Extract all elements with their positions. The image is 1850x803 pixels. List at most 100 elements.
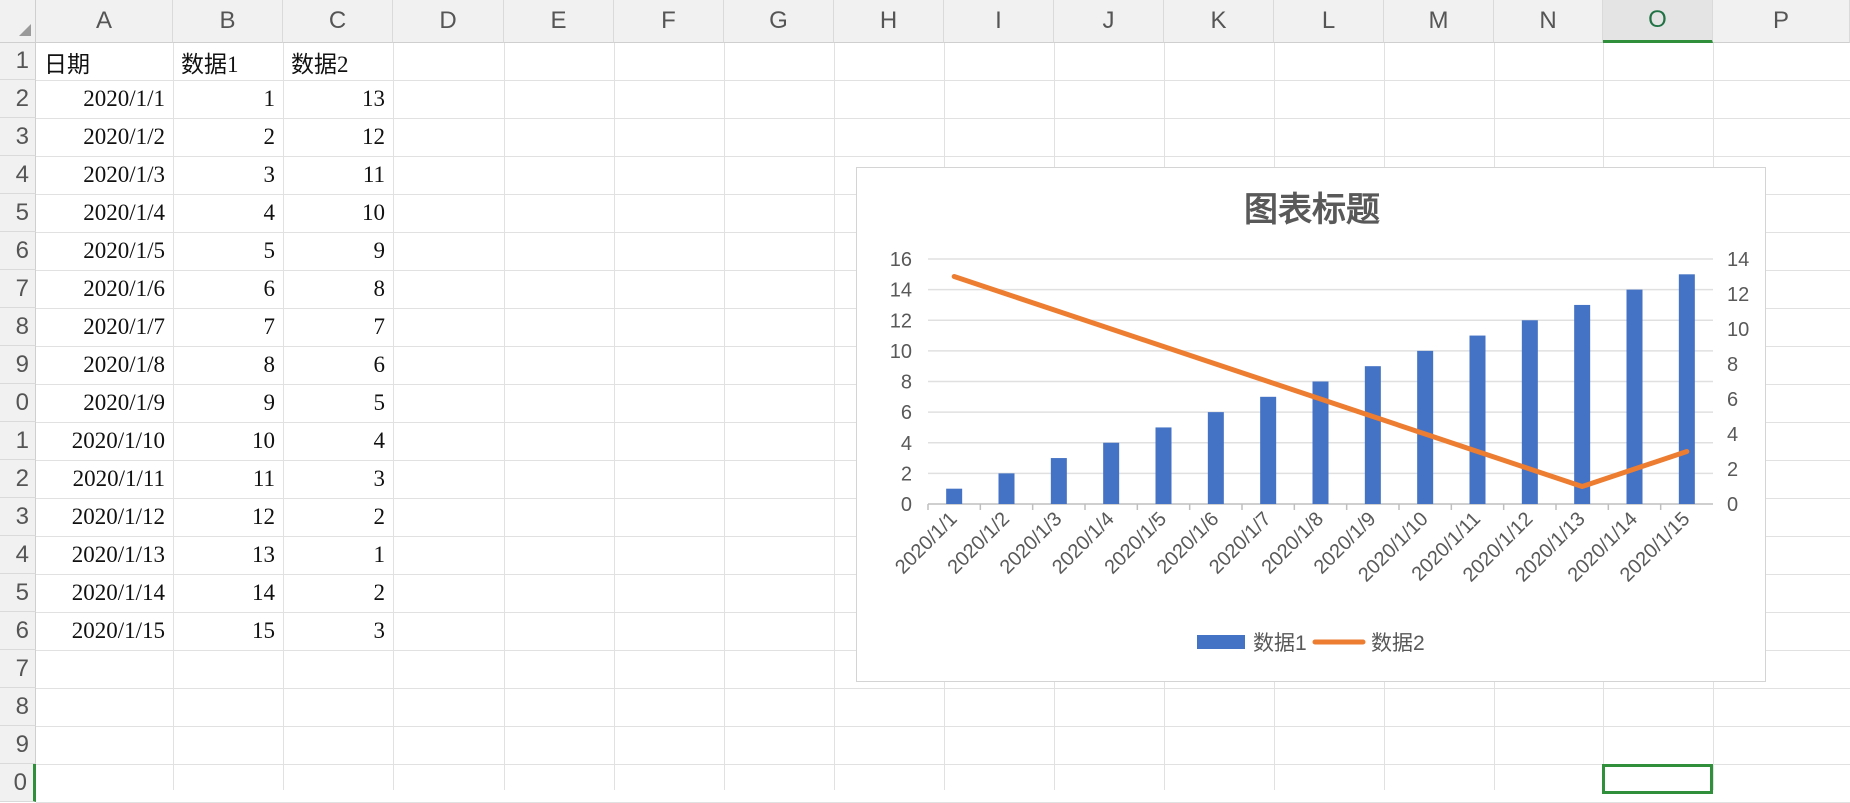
table-cell[interactable]: 2020/1/1 [36, 80, 173, 117]
table-cell[interactable]: 1 [173, 80, 283, 117]
table-cell[interactable]: 2020/1/10 [36, 422, 173, 459]
row-header-17[interactable]: 7 [0, 650, 36, 688]
bar [1470, 336, 1486, 504]
header-cell[interactable]: 日期 [36, 43, 173, 80]
column-header-p[interactable]: P [1713, 0, 1850, 43]
column-header-k[interactable]: K [1164, 0, 1274, 43]
row-header-11[interactable]: 1 [0, 422, 36, 460]
table-cell[interactable]: 5 [173, 232, 283, 269]
table-cell[interactable]: 10 [173, 422, 283, 459]
table-cell[interactable]: 2020/1/9 [36, 384, 173, 421]
row-header-14[interactable]: 4 [0, 536, 36, 574]
row-header-7[interactable]: 7 [0, 270, 36, 308]
table-cell[interactable]: 2 [173, 118, 283, 155]
spreadsheet-grid[interactable]: ABCDEFGHIJKLMNOP 12345678901234567890 日期… [0, 0, 1850, 790]
row-header-6[interactable]: 6 [0, 232, 36, 270]
column-header-c[interactable]: C [283, 0, 393, 43]
table-cell[interactable]: 7 [283, 308, 393, 345]
column-header-i[interactable]: I [944, 0, 1054, 43]
table-cell[interactable]: 13 [283, 80, 393, 117]
table-cell[interactable]: 3 [173, 156, 283, 193]
bar [1417, 351, 1433, 504]
row-header-12[interactable]: 2 [0, 460, 36, 498]
table-cell[interactable]: 12 [173, 498, 283, 535]
grid-row-line [36, 726, 1850, 727]
table-cell[interactable]: 8 [173, 346, 283, 383]
table-cell[interactable]: 9 [283, 232, 393, 269]
y-tick-label: 6 [901, 402, 912, 424]
table-cell[interactable]: 13 [173, 536, 283, 573]
table-cell[interactable]: 6 [283, 346, 393, 383]
table-cell[interactable]: 2 [283, 574, 393, 611]
column-header-d[interactable]: D [393, 0, 504, 43]
table-cell[interactable]: 11 [283, 156, 393, 193]
y2-tick-label: 2 [1727, 459, 1738, 481]
table-cell[interactable]: 2020/1/13 [36, 536, 173, 573]
table-cell[interactable]: 2020/1/3 [36, 156, 173, 193]
row-header-8[interactable]: 8 [0, 308, 36, 346]
column-header-l[interactable]: L [1274, 0, 1384, 43]
select-all-corner[interactable] [0, 0, 36, 43]
column-header-m[interactable]: M [1384, 0, 1494, 43]
row-header-18[interactable]: 8 [0, 688, 36, 726]
table-cell[interactable]: 2020/1/2 [36, 118, 173, 155]
row-header-3[interactable]: 3 [0, 118, 36, 156]
table-cell[interactable]: 6 [173, 270, 283, 307]
table-cell[interactable]: 2020/1/15 [36, 612, 173, 649]
table-cell[interactable]: 2020/1/8 [36, 346, 173, 383]
chart[interactable]: 图表标题 0246810121416024681012142020/1/1202… [856, 167, 1766, 682]
table-cell[interactable]: 9 [173, 384, 283, 421]
bar [1208, 412, 1224, 504]
table-cell[interactable]: 2020/1/12 [36, 498, 173, 535]
bar [1679, 274, 1695, 504]
table-cell[interactable]: 2020/1/7 [36, 308, 173, 345]
table-cell[interactable]: 10 [283, 194, 393, 231]
table-cell[interactable]: 2020/1/5 [36, 232, 173, 269]
row-header-10[interactable]: 0 [0, 384, 36, 422]
header-cell[interactable]: 数据2 [283, 43, 393, 80]
table-cell[interactable]: 11 [173, 460, 283, 497]
table-cell[interactable]: 12 [283, 118, 393, 155]
row-header-2[interactable]: 2 [0, 80, 36, 118]
column-header-o[interactable]: O [1603, 0, 1713, 43]
table-cell[interactable]: 15 [173, 612, 283, 649]
row-header-4[interactable]: 4 [0, 156, 36, 194]
row-header-19[interactable]: 9 [0, 726, 36, 764]
y-tick-label: 12 [890, 310, 912, 332]
table-cell[interactable]: 2020/1/11 [36, 460, 173, 497]
column-header-a[interactable]: A [36, 0, 173, 43]
table-cell[interactable]: 2020/1/6 [36, 270, 173, 307]
y-tick-label: 14 [890, 280, 912, 302]
row-header-20[interactable]: 0 [0, 764, 36, 802]
chart-plot: 0246810121416024681012142020/1/12020/1/2… [857, 168, 1767, 683]
y-tick-label: 4 [901, 433, 912, 455]
table-cell[interactable]: 14 [173, 574, 283, 611]
row-header-13[interactable]: 3 [0, 498, 36, 536]
column-header-f[interactable]: F [614, 0, 724, 43]
column-header-b[interactable]: B [173, 0, 283, 43]
column-header-j[interactable]: J [1054, 0, 1164, 43]
y-tick-label: 10 [890, 341, 912, 363]
column-header-n[interactable]: N [1494, 0, 1603, 43]
table-cell[interactable]: 1 [283, 536, 393, 573]
table-cell[interactable]: 2020/1/4 [36, 194, 173, 231]
column-header-e[interactable]: E [504, 0, 614, 43]
table-cell[interactable]: 8 [283, 270, 393, 307]
table-cell[interactable]: 5 [283, 384, 393, 421]
row-header-5[interactable]: 5 [0, 194, 36, 232]
row-header-15[interactable]: 5 [0, 574, 36, 612]
bar [1522, 320, 1538, 504]
row-header-16[interactable]: 6 [0, 612, 36, 650]
table-cell[interactable]: 7 [173, 308, 283, 345]
column-header-g[interactable]: G [724, 0, 834, 43]
header-cell[interactable]: 数据1 [173, 43, 283, 80]
row-header-1[interactable]: 1 [0, 43, 36, 80]
column-header-h[interactable]: H [834, 0, 944, 43]
table-cell[interactable]: 2 [283, 498, 393, 535]
table-cell[interactable]: 3 [283, 460, 393, 497]
table-cell[interactable]: 4 [173, 194, 283, 231]
table-cell[interactable]: 2020/1/14 [36, 574, 173, 611]
table-cell[interactable]: 3 [283, 612, 393, 649]
table-cell[interactable]: 4 [283, 422, 393, 459]
row-header-9[interactable]: 9 [0, 346, 36, 384]
